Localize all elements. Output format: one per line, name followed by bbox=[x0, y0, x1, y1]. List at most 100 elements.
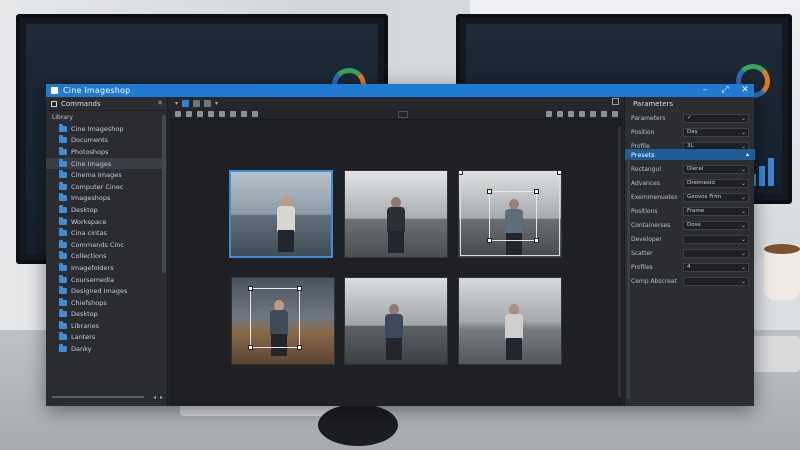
crop-icon[interactable] bbox=[175, 111, 181, 117]
folder-item[interactable]: Imagefolders bbox=[46, 262, 164, 274]
presets-section-header[interactable]: Presets ▴ bbox=[625, 149, 755, 160]
brush-icon[interactable] bbox=[208, 111, 214, 117]
image-thumbnail[interactable] bbox=[229, 170, 333, 258]
property-field[interactable]: Day ⌄ bbox=[683, 128, 749, 137]
folder-item[interactable]: Danky bbox=[46, 343, 164, 355]
chevron-down-icon[interactable]: ⌄ bbox=[741, 180, 746, 187]
property-field[interactable]: Geovos Frim ⌄ bbox=[683, 193, 749, 202]
view-dropdown-icon[interactable]: ▾ bbox=[175, 100, 178, 107]
maximize-icon[interactable]: ⤢ bbox=[720, 84, 730, 97]
chevron-down-icon[interactable]: ⌄ bbox=[741, 236, 746, 243]
folder-icon bbox=[59, 170, 67, 179]
folder-item[interactable]: Desktop bbox=[46, 309, 164, 321]
property-field[interactable]: 4 ⌄ bbox=[683, 263, 749, 272]
tool-size-field[interactable] bbox=[398, 111, 408, 118]
chevron-down-icon[interactable]: ⌄ bbox=[741, 115, 746, 122]
chevron-down-icon[interactable]: ⌄ bbox=[741, 278, 746, 285]
chevron-up-icon[interactable]: ▴ bbox=[746, 151, 749, 158]
property-row: Cemp Abscreation ⌄ bbox=[625, 276, 755, 287]
folder-item-label: Libraries bbox=[71, 321, 100, 330]
property-field[interactable]: Dieral ⌄ bbox=[683, 165, 749, 174]
property-label: Rectangul bbox=[631, 166, 661, 173]
folder-icon bbox=[59, 286, 67, 295]
grid-view-icon[interactable] bbox=[182, 99, 190, 107]
folder-item[interactable]: Imageshops bbox=[46, 193, 164, 205]
folder-icon bbox=[59, 123, 67, 132]
property-row: Advances Dreimesid ⌄ bbox=[625, 178, 755, 189]
folder-item[interactable]: Chiefshops bbox=[46, 297, 164, 309]
chevron-down-icon[interactable]: ⌄ bbox=[741, 194, 746, 201]
properties-scrollbar[interactable] bbox=[627, 159, 630, 399]
property-label: Cemp Abscreation bbox=[631, 278, 677, 285]
lock-icon[interactable] bbox=[601, 111, 607, 117]
folder-item[interactable]: Libraries bbox=[46, 320, 164, 332]
adjust-icon[interactable] bbox=[252, 111, 258, 117]
scroll-left-icon[interactable]: ◂ bbox=[153, 394, 156, 401]
folder-item[interactable]: Cina cintas bbox=[46, 227, 164, 239]
folder-item-label: Coursemedia bbox=[71, 275, 114, 284]
close-icon[interactable]: ✕ bbox=[740, 84, 750, 97]
refresh-icon[interactable] bbox=[557, 111, 563, 117]
folder-item[interactable]: Cine Images bbox=[46, 157, 164, 170]
folder-item[interactable]: Documents bbox=[46, 135, 164, 147]
scroll-arrows[interactable]: ◂ ▸ bbox=[153, 394, 163, 401]
folder-item[interactable]: Workspace bbox=[46, 216, 164, 228]
rotate-icon[interactable] bbox=[546, 111, 552, 117]
select-icon[interactable] bbox=[186, 111, 192, 117]
options-dropdown-icon[interactable]: ▾ bbox=[215, 100, 218, 107]
folders-horizontal-scrollbar[interactable] bbox=[52, 396, 144, 398]
minimize-icon[interactable]: – bbox=[700, 84, 710, 97]
folder-item-label: Cinema Images bbox=[71, 171, 122, 180]
link-icon[interactable] bbox=[590, 111, 596, 117]
folder-item[interactable]: Cine Imageshop bbox=[46, 123, 164, 135]
close-icon[interactable]: ✕ bbox=[157, 99, 163, 107]
folders-vertical-scrollbar[interactable] bbox=[162, 115, 166, 273]
property-field[interactable]: ⌄ bbox=[683, 277, 749, 286]
eraser-icon[interactable] bbox=[219, 111, 225, 117]
settings-icon[interactable] bbox=[612, 111, 618, 117]
property-row: Profiles 4 ⌄ bbox=[625, 262, 755, 273]
scroll-right-icon[interactable]: ▸ bbox=[160, 394, 163, 401]
property-field[interactable]: ⌄ bbox=[683, 235, 749, 244]
property-field[interactable]: ✓ ⌄ bbox=[683, 114, 749, 123]
property-value: Dieral bbox=[687, 166, 704, 172]
chevron-down-icon[interactable]: ⌄ bbox=[741, 129, 746, 136]
folder-item-label: Computer Cinec bbox=[71, 182, 124, 191]
restore-icon[interactable] bbox=[612, 98, 619, 105]
image-thumbnail[interactable] bbox=[344, 170, 448, 258]
folder-item[interactable]: Collections bbox=[46, 251, 164, 263]
detail-view-icon[interactable] bbox=[204, 99, 212, 107]
mask-icon[interactable] bbox=[579, 111, 585, 117]
layers-icon[interactable] bbox=[568, 111, 574, 117]
property-field[interactable]: Dreimesid ⌄ bbox=[683, 179, 749, 188]
chevron-down-icon[interactable]: ⌄ bbox=[741, 166, 746, 173]
chevron-down-icon[interactable]: ⌄ bbox=[741, 250, 746, 257]
property-field[interactable]: Frame ⌄ bbox=[683, 207, 749, 216]
folder-item[interactable]: Commands Cinc bbox=[46, 239, 164, 251]
chevron-down-icon[interactable]: ⌄ bbox=[741, 264, 746, 271]
image-thumbnail[interactable] bbox=[458, 277, 562, 365]
selection-frame[interactable] bbox=[248, 286, 302, 350]
folder-item[interactable]: Photoshops bbox=[46, 146, 164, 158]
image-thumbnail[interactable] bbox=[231, 277, 335, 365]
stamp-icon[interactable] bbox=[230, 111, 236, 117]
image-thumbnail[interactable] bbox=[344, 277, 448, 365]
property-field[interactable]: ⌄ bbox=[683, 249, 749, 258]
folder-item[interactable]: Cinema Images bbox=[46, 169, 164, 181]
folder-item[interactable]: Lanters bbox=[46, 332, 164, 344]
outer-selection-frame[interactable] bbox=[459, 171, 561, 256]
folder-item[interactable]: Desktop bbox=[46, 204, 164, 216]
title-bar[interactable]: Cine Imageshop – ⤢ ✕ bbox=[46, 84, 754, 97]
list-view-icon[interactable] bbox=[193, 99, 201, 107]
property-field[interactable]: Dose ⌄ bbox=[683, 221, 749, 230]
chevron-down-icon[interactable]: ⌄ bbox=[741, 222, 746, 229]
transform-icon[interactable] bbox=[241, 111, 247, 117]
folder-item[interactable]: Coursemedia bbox=[46, 274, 164, 286]
chevron-down-icon[interactable]: ⌄ bbox=[741, 208, 746, 215]
lasso-icon[interactable] bbox=[197, 111, 203, 117]
image-thumbnail[interactable] bbox=[458, 170, 562, 258]
folder-item[interactable]: Designed Images bbox=[46, 285, 164, 297]
folder-item[interactable]: Computer Cinec bbox=[46, 181, 164, 193]
folder-tree-root[interactable]: Library bbox=[46, 114, 164, 123]
canvas-vertical-scrollbar[interactable] bbox=[618, 127, 621, 397]
